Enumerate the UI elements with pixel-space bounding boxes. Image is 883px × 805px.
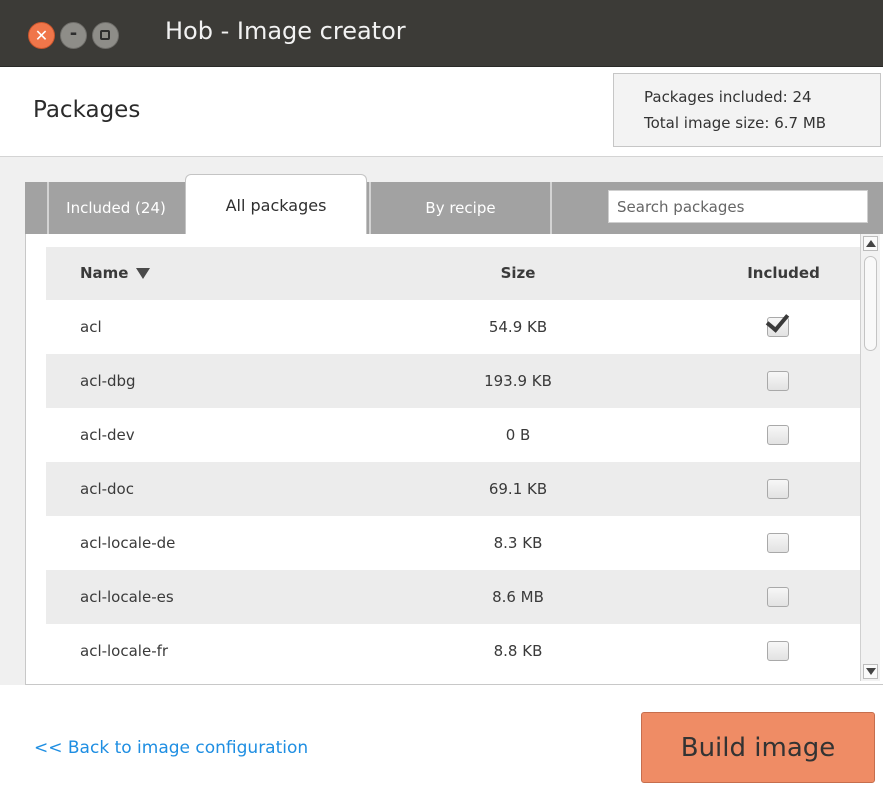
column-header-size[interactable]: Size [478, 247, 558, 300]
package-size: 8.3 KB [493, 534, 543, 552]
tab-all-packages[interactable]: All packages [185, 174, 367, 234]
total-image-size: Total image size: 6.7 MB [644, 114, 827, 132]
table-header: Name Size Included [46, 247, 864, 300]
included-checkbox[interactable] [767, 371, 789, 391]
tab-by-recipe[interactable]: By recipe [369, 182, 552, 234]
packages-panel: Included (24) All packages By recipe Nam… [0, 157, 883, 685]
included-checkbox[interactable] [767, 479, 789, 499]
back-to-image-configuration-link[interactable]: << Back to image configuration [34, 738, 308, 758]
sort-down-icon [136, 268, 151, 279]
scrollbar-thumb[interactable] [864, 256, 877, 351]
package-name: acl-locale-es [80, 588, 174, 606]
window-title: Hob - Image creator [165, 17, 406, 45]
vertical-scrollbar[interactable] [860, 234, 880, 681]
page-header: Packages Packages included: 24 Total ima… [0, 67, 883, 157]
table-row[interactable]: acl-locale-es 8.6 MB [46, 570, 864, 624]
included-checkbox[interactable] [767, 425, 789, 445]
package-name: acl-locale-fr [80, 642, 169, 660]
package-name: acl-dbg [80, 372, 136, 390]
table-row[interactable]: acl-locale-fr 8.8 KB [46, 624, 864, 678]
scroll-up-icon[interactable] [863, 236, 878, 251]
package-name: acl-doc [80, 480, 134, 498]
package-size: 54.9 KB [488, 318, 548, 336]
maximize-icon [93, 23, 118, 48]
table-row[interactable]: acl-doc 69.1 KB [46, 462, 864, 516]
package-size: 69.1 KB [488, 480, 548, 498]
close-icon: ✕ [34, 26, 49, 45]
page-title: Packages [33, 97, 141, 123]
table-row[interactable]: acl 54.9 KB [46, 300, 864, 354]
package-size: 8.6 MB [492, 588, 544, 606]
table-row[interactable]: acl-dev 0 B [46, 408, 864, 462]
minimize-icon: - [69, 23, 78, 44]
included-checkbox[interactable] [767, 587, 789, 607]
minimize-window-button[interactable]: - [60, 22, 87, 49]
maximize-window-button[interactable] [92, 22, 119, 49]
table-row[interactable]: acl-dbg 193.9 KB [46, 354, 864, 408]
package-size: 193.9 KB [484, 372, 552, 390]
included-checkbox[interactable] [767, 641, 789, 661]
package-name: acl-locale-de [80, 534, 176, 552]
package-size: 8.8 KB [493, 642, 543, 660]
packages-table: Name Size Included acl 54.9 KB acl-dbg 193.… [25, 234, 883, 685]
image-summary-box: Packages included: 24 Total image size: … [613, 73, 881, 147]
close-window-button[interactable]: ✕ [28, 22, 55, 49]
search-packages-input[interactable] [608, 190, 868, 223]
table-row[interactable]: acl-locale-de 8.3 KB [46, 516, 864, 570]
tab-included[interactable]: Included (24) [47, 182, 183, 234]
column-header-included[interactable]: Included [741, 247, 826, 300]
package-name: acl [80, 318, 102, 336]
tab-strip: Included (24) All packages By recipe [25, 174, 883, 234]
column-name-label: Name [80, 264, 129, 282]
checkmark-icon [765, 308, 790, 333]
included-checkbox[interactable] [767, 533, 789, 553]
page-footer: << Back to image configuration Build ima… [0, 685, 883, 805]
package-name: acl-dev [80, 426, 135, 444]
title-bar: ✕ - Hob - Image creator [0, 0, 883, 67]
build-image-button[interactable]: Build image [641, 712, 875, 783]
packages-included-count: Packages included: 24 [644, 88, 812, 106]
column-header-name[interactable]: Name [80, 247, 151, 300]
scroll-down-icon[interactable] [863, 664, 878, 679]
included-checkbox[interactable] [765, 308, 790, 337]
package-size: 0 B [505, 426, 531, 444]
